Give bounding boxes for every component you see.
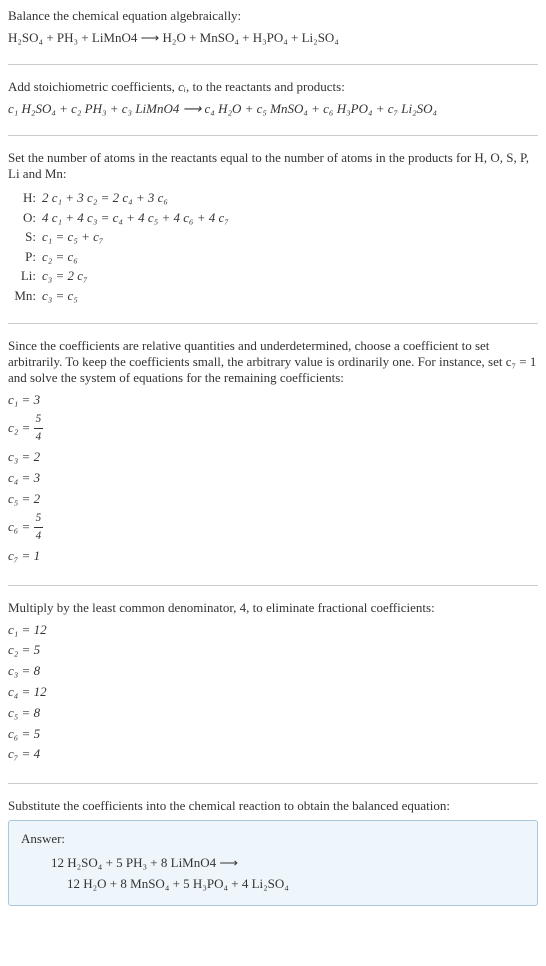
coeff-lhs: c₂ (8, 642, 18, 657)
multiply-intro: Multiply by the least common denominator… (8, 600, 538, 616)
coeff-lhs: c₃ (8, 449, 18, 464)
atom-label: O: (12, 208, 42, 228)
coeff-lhs: c₆ (8, 726, 18, 741)
atoms-intro: Set the number of atoms in the reactants… (8, 150, 538, 182)
coeff-lhs: c₅ (8, 491, 18, 506)
coeff-row: c₅ = 8 (8, 703, 538, 724)
coeff-row: c₄ = 3 (8, 468, 538, 489)
intro-equation: H₂SO₄ + PH₃ + LiMnO4 ⟶ H₂O + MnSO₄ + H₃P… (8, 30, 538, 46)
answer-line-1: 12 H₂SO₄ + 5 PH₃ + 8 LiMnO4 ⟶ (51, 853, 525, 874)
atom-row: S: c₁ = c₅ + c₇ (12, 227, 538, 247)
stoich-text-2: , to the reactants and products: (186, 79, 345, 94)
coeff-row: c₂ = 54 (8, 411, 538, 447)
atom-label: P: (12, 247, 42, 267)
coeff-row: c₇ = 4 (8, 744, 538, 765)
coeff-val: 8 (34, 663, 41, 678)
atom-label: Li: (12, 266, 42, 286)
frac-num: 5 (34, 411, 44, 430)
divider (8, 585, 538, 586)
divider (8, 64, 538, 65)
coeff-row: c₆ = 54 (8, 510, 538, 546)
solve-intro: Since the coefficients are relative quan… (8, 338, 538, 386)
coeff-lhs: c₄ (8, 470, 18, 485)
coeff-lhs: c₁ (8, 622, 18, 637)
coeff-val: 4 (34, 746, 41, 761)
coeff-val: 5 (34, 726, 41, 741)
atom-equation: 2 c₁ + 3 c₂ = 2 c₄ + 3 c₆ (42, 188, 538, 208)
divider (8, 323, 538, 324)
coeff-row: c₁ = 3 (8, 390, 538, 411)
coeff-row: c₃ = 2 (8, 447, 538, 468)
atom-label: Mn: (12, 286, 42, 306)
frac-num: 5 (34, 510, 44, 529)
atom-equation: c₃ = c₅ (42, 286, 538, 306)
coeff-lhs: c₇ (8, 548, 18, 563)
intro-section: Balance the chemical equation algebraica… (8, 8, 538, 46)
coeff-lhs: c₅ (8, 705, 18, 720)
coeff-val: 1 (34, 548, 41, 563)
coeff-val: 12 (34, 622, 47, 637)
coeff-row: c₁ = 12 (8, 620, 538, 641)
coeff-val: 5 (34, 642, 41, 657)
atoms-section: Set the number of atoms in the reactants… (8, 150, 538, 305)
divider (8, 135, 538, 136)
atom-equation: c₂ = c₆ (42, 247, 538, 267)
coeff-row: c₄ = 12 (8, 682, 538, 703)
answer-line-2: 12 H₂O + 8 MnSO₄ + 5 H₃PO₄ + 4 Li₂SO₄ (51, 874, 525, 895)
coeff-val: 12 (34, 684, 47, 699)
coeff-row: c₇ = 1 (8, 546, 538, 567)
final-intro: Substitute the coefficients into the che… (8, 798, 538, 814)
coeff-val: 3 (34, 392, 41, 407)
atom-row: Mn: c₃ = c₅ (12, 286, 538, 306)
coeff-row: c₂ = 5 (8, 640, 538, 661)
coeff-lhs: c₆ (8, 519, 18, 534)
coeff-lhs: c₄ (8, 684, 18, 699)
coeff-val: 2 (34, 449, 41, 464)
coeff-val: 3 (34, 470, 41, 485)
stoich-equation: c₁ H₂SO₄ + c₂ PH₃ + c₃ LiMnO4 ⟶ c₄ H₂O +… (8, 101, 538, 117)
atom-equation: 4 c₁ + 4 c₃ = c₄ + 4 c₅ + 4 c₆ + 4 c₇ (42, 208, 538, 228)
coeff-row: c₃ = 8 (8, 661, 538, 682)
atom-label: S: (12, 227, 42, 247)
intro-text: Balance the chemical equation algebraica… (8, 8, 538, 24)
coeff-row: c₅ = 2 (8, 489, 538, 510)
stoich-section: Add stoichiometric coefficients, cᵢ, to … (8, 79, 538, 117)
coeff-row: c₆ = 5 (8, 724, 538, 745)
answer-label: Answer: (21, 831, 525, 847)
atom-row: O: 4 c₁ + 4 c₃ = c₄ + 4 c₅ + 4 c₆ + 4 c₇ (12, 208, 538, 228)
atom-row: H: 2 c₁ + 3 c₂ = 2 c₄ + 3 c₆ (12, 188, 538, 208)
frac-den: 4 (34, 528, 44, 546)
atom-row: P: c₂ = c₆ (12, 247, 538, 267)
multiply-coeffs: c₁ = 12 c₂ = 5 c₃ = 8 c₄ = 12 c₅ = 8 c₆ … (8, 620, 538, 766)
atom-row: Li: c₃ = 2 c₇ (12, 266, 538, 286)
fraction: 54 (34, 411, 44, 447)
fraction: 54 (34, 510, 44, 546)
coeff-lhs: c₃ (8, 663, 18, 678)
answer-box: Answer: 12 H₂SO₄ + 5 PH₃ + 8 LiMnO4 ⟶ 12… (8, 820, 538, 906)
atoms-table: H: 2 c₁ + 3 c₂ = 2 c₄ + 3 c₆ O: 4 c₁ + 4… (12, 188, 538, 305)
solve-coeffs: c₁ = 3 c₂ = 54 c₃ = 2 c₄ = 3 c₅ = 2 c₆ =… (8, 390, 538, 567)
stoich-intro: Add stoichiometric coefficients, cᵢ, to … (8, 79, 538, 95)
coeff-lhs: c₇ (8, 746, 18, 761)
stoich-ci: cᵢ (178, 79, 186, 94)
atom-equation: c₁ = c₅ + c₇ (42, 227, 538, 247)
final-section: Substitute the coefficients into the che… (8, 798, 538, 906)
frac-den: 4 (34, 429, 44, 447)
atom-equation: c₃ = 2 c₇ (42, 266, 538, 286)
coeff-val: 8 (34, 705, 41, 720)
stoich-text-1: Add stoichiometric coefficients, (8, 79, 178, 94)
atom-label: H: (12, 188, 42, 208)
solve-section: Since the coefficients are relative quan… (8, 338, 538, 567)
coeff-lhs: c₁ (8, 392, 18, 407)
answer-equation: 12 H₂SO₄ + 5 PH₃ + 8 LiMnO4 ⟶ 12 H₂O + 8… (21, 853, 525, 895)
coeff-val: 2 (34, 491, 41, 506)
multiply-section: Multiply by the least common denominator… (8, 600, 538, 766)
divider (8, 783, 538, 784)
coeff-lhs: c₂ (8, 420, 18, 435)
